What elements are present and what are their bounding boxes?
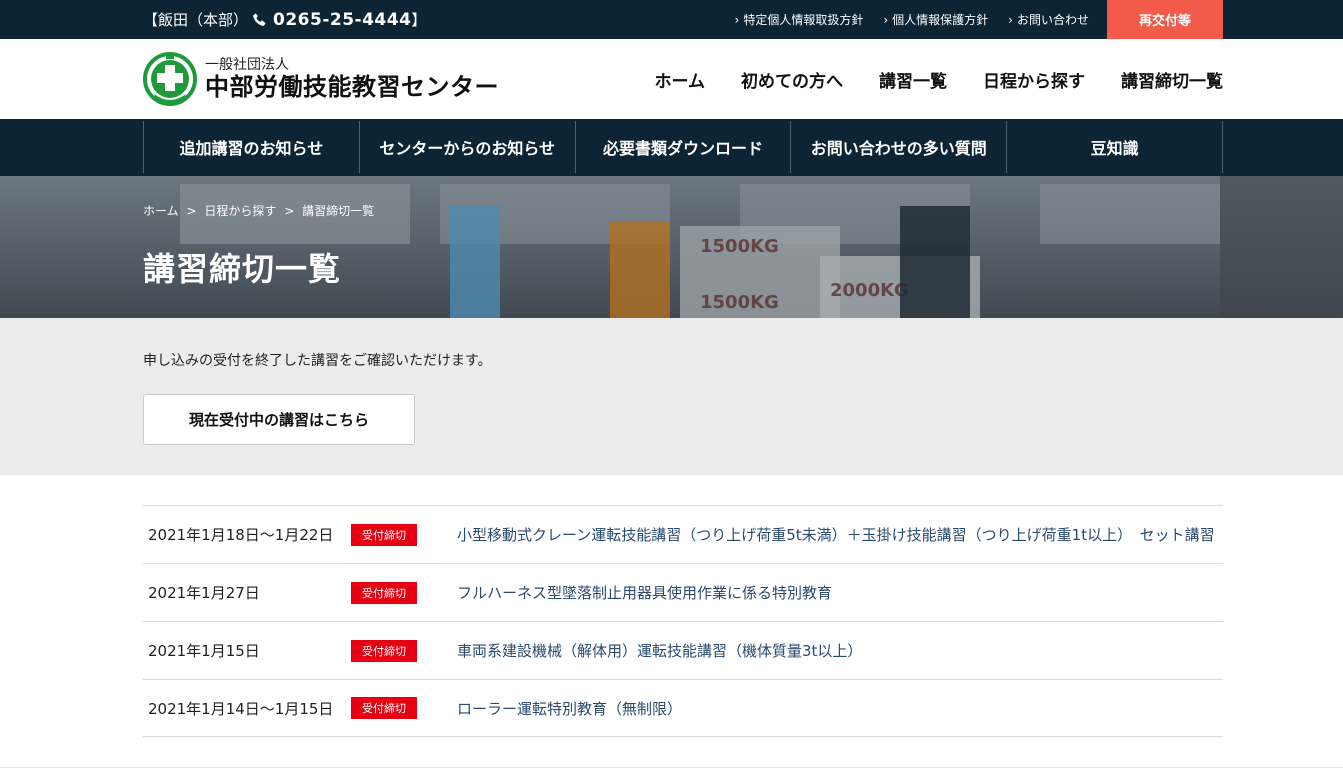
- status-badge: 受付締切: [351, 581, 417, 604]
- breadcrumb: ホーム > 日程から探す > 講習締切一覧: [143, 202, 378, 219]
- subnav-downloads[interactable]: 必要書類ダウンロード: [574, 121, 791, 173]
- page-title: 講習締切一覧: [143, 250, 342, 288]
- nav-first-time[interactable]: 初めての方へ: [741, 67, 843, 92]
- sub-nav: 追加講習のお知らせ センターからのお知らせ 必要書類ダウンロード お問い合わせの…: [0, 119, 1343, 176]
- site-header: 一般社団法人 中部労働技能教習センター ホーム 初めての方へ 講習一覧 日程から…: [0, 39, 1343, 119]
- link-label: お問い合わせ: [1016, 13, 1089, 27]
- nav-search-by-date[interactable]: 日程から探す: [983, 67, 1085, 92]
- link-label: 個人情報保護方針: [892, 13, 989, 27]
- logo-title: 中部労働技能教習センター: [205, 73, 499, 101]
- course-title-link[interactable]: フルハーネス型墜落制止用器具使用作業に係る特別教育: [457, 582, 832, 603]
- breadcrumb-separator: >: [284, 204, 295, 218]
- course-date: 2021年1月14日〜1月15日: [148, 699, 334, 718]
- link-label: 特定個人情報取扱方針: [743, 13, 864, 27]
- page-hero: 1500KG 1500KG 2000KG ホーム > 日程から探す > 講習締切…: [0, 176, 1343, 318]
- breadcrumb-separator: >: [186, 204, 197, 218]
- chevron-right-icon: ›: [734, 13, 740, 27]
- nav-home[interactable]: ホーム: [655, 67, 706, 92]
- course-title-link[interactable]: 車両系建設機械（解体用）運転技能講習（機体質量3t以上）: [457, 640, 862, 661]
- status-badge: 受付締切: [351, 697, 417, 719]
- course-date: 2021年1月18日〜1月22日: [148, 526, 334, 544]
- course-date: 2021年1月27日: [148, 584, 260, 602]
- phone-icon: [253, 13, 266, 26]
- site-logo[interactable]: 一般社団法人 中部労働技能教習センター: [143, 50, 499, 108]
- subnav-additional-courses[interactable]: 追加講習のお知らせ: [143, 121, 359, 173]
- global-nav: ホーム 初めての方へ 講習一覧 日程から探す 講習締切一覧: [619, 67, 1224, 92]
- office-location: 【飯田（本部）: [143, 11, 249, 29]
- course-title-link[interactable]: ローラー運転特別教育（無制限）: [457, 698, 682, 719]
- status-badge: 受付締切: [351, 639, 417, 662]
- subnav-tips[interactable]: 豆知識: [1006, 121, 1223, 173]
- closed-course-list: 2021年1月18日〜1月22日 受付締切 小型移動式クレーン運転技能講習（つり…: [0, 475, 1343, 737]
- chevron-right-icon: ›: [883, 13, 889, 27]
- breadcrumb-current: 講習締切一覧: [302, 204, 375, 218]
- status-badge: 受付締切: [351, 523, 417, 546]
- nav-course-list[interactable]: 講習一覧: [879, 67, 947, 92]
- reissue-button[interactable]: 再交付等: [1107, 0, 1223, 39]
- subnav-center-news[interactable]: センターからのお知らせ: [358, 121, 575, 173]
- link-contact[interactable]: › お問い合わせ: [1008, 11, 1089, 28]
- list-item[interactable]: 2021年1月14日〜1月15日 受付締切 ローラー運転特別教育（無制限）: [143, 679, 1223, 737]
- subnav-faq[interactable]: お問い合わせの多い質問: [790, 121, 1006, 173]
- course-date: 2021年1月15日: [148, 642, 260, 660]
- course-title-link[interactable]: 小型移動式クレーン運転技能講習（つり上げ荷重5t未満）＋玉掛け技能講習（つり上げ…: [457, 524, 1215, 545]
- link-privacy-policy[interactable]: › 個人情報保護方針: [883, 11, 988, 28]
- breadcrumb-home[interactable]: ホーム: [143, 204, 179, 218]
- current-courses-button[interactable]: 現在受付中の講習はこちら: [143, 394, 415, 445]
- top-bar: 【飯田（本部） 0265-25-4444 】 › 特定個人情報取扱方針 › 個人情報…: [0, 0, 1343, 39]
- logo-subtitle: 一般社団法人: [205, 57, 289, 73]
- nav-closed-courses[interactable]: 講習締切一覧: [1121, 67, 1223, 92]
- list-item[interactable]: 2021年1月18日〜1月22日 受付締切 小型移動式クレーン運転技能講習（つり…: [143, 505, 1223, 563]
- breadcrumb-search-by-date[interactable]: 日程から探す: [204, 204, 276, 218]
- list-item[interactable]: 2021年1月27日 受付締切 フルハーネス型墜落制止用器具使用作業に係る特別教…: [143, 563, 1223, 621]
- intro-text: 申し込みの受付を終了した講習をご確認いただけます。: [143, 353, 492, 369]
- intro-section: 申し込みの受付を終了した講習をご確認いただけます。 現在受付中の講習はこちら: [0, 318, 1343, 475]
- link-specific-personal-info-policy[interactable]: › 特定個人情報取扱方針: [735, 11, 864, 28]
- logo-cross-icon: [143, 52, 197, 106]
- phone-number[interactable]: 0265-25-4444: [273, 10, 411, 30]
- list-item[interactable]: 2021年1月15日 受付締切 車両系建設機械（解体用）運転技能講習（機体質量3…: [143, 621, 1223, 679]
- contact-info: 【飯田（本部） 0265-25-4444 】: [143, 9, 426, 30]
- bracket-close: 】: [411, 11, 427, 29]
- chevron-right-icon: ›: [1008, 13, 1013, 27]
